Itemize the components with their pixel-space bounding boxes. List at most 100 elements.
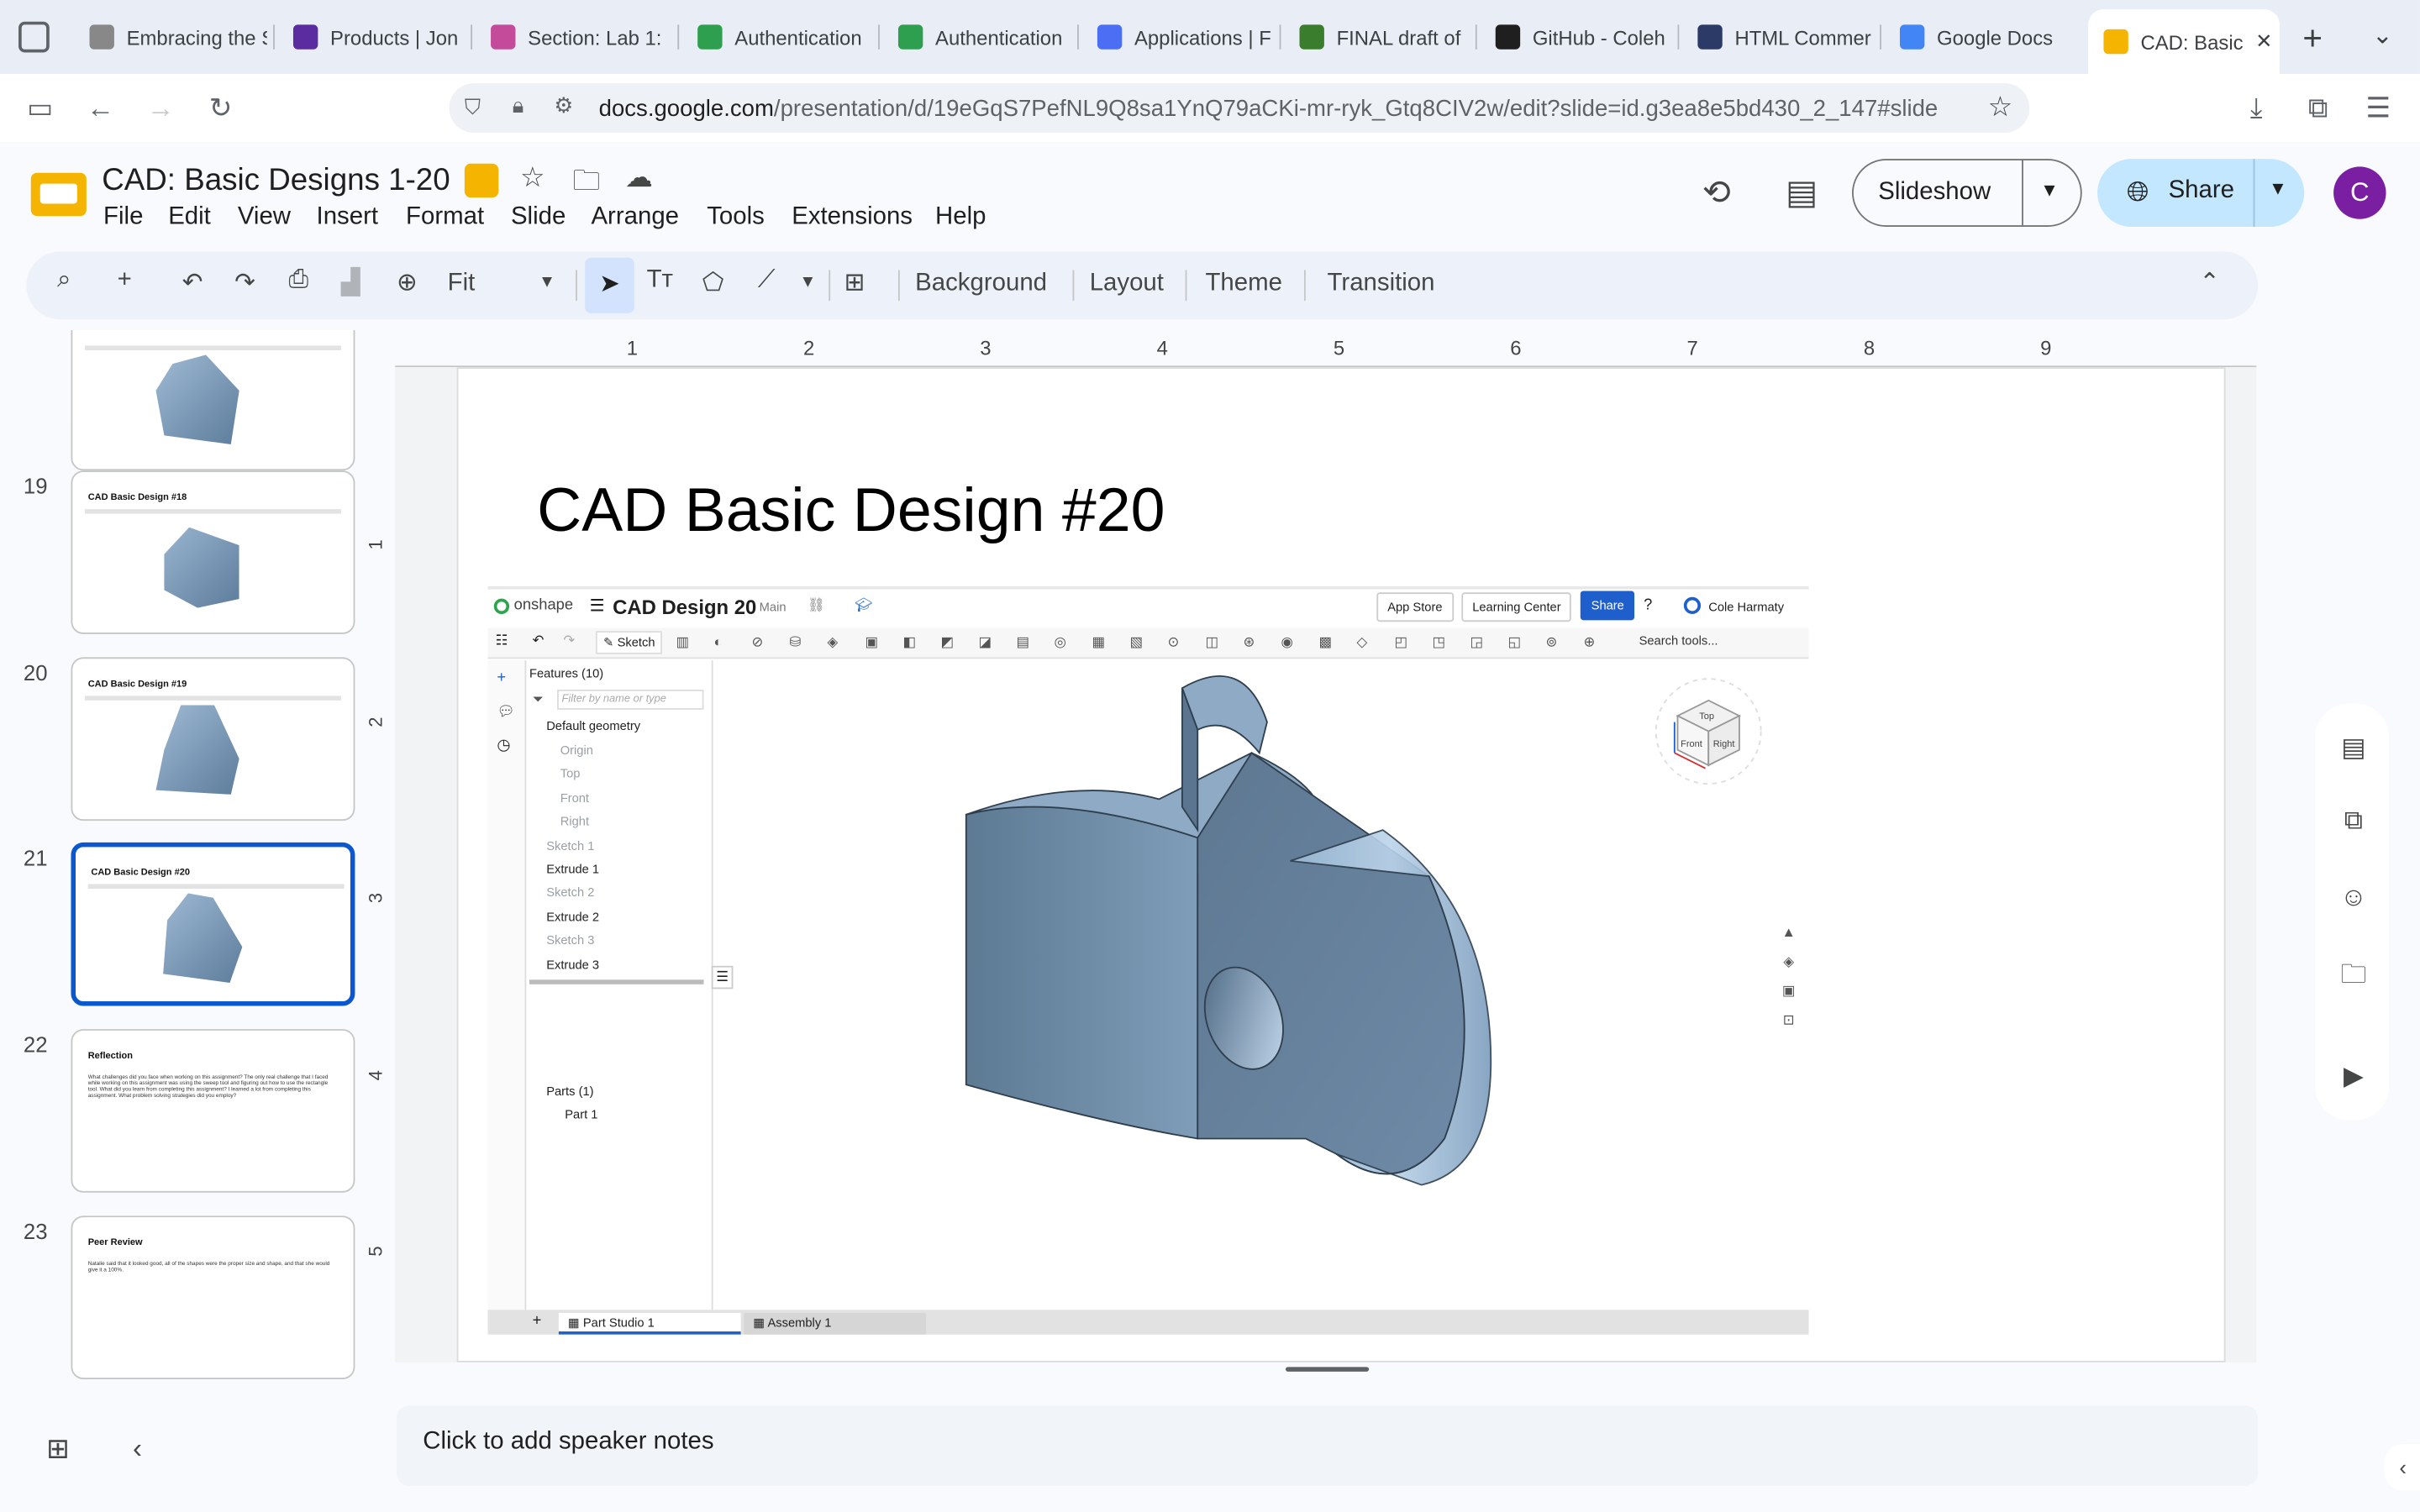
new-tab-button[interactable]: +: [2302, 18, 2323, 59]
transition-button[interactable]: Transition: [1328, 270, 1435, 297]
move-folder-icon[interactable]: 🗀︎: [572, 162, 600, 208]
menu-edit[interactable]: Edit: [168, 203, 211, 231]
undo-icon[interactable]: ↶: [182, 267, 203, 298]
theme-button[interactable]: Theme: [1205, 270, 1281, 297]
browser-tab[interactable]: Section: Lab 1:: [476, 9, 673, 65]
browser-tab[interactable]: Authentication: [883, 9, 1075, 65]
tab-label: Authentication: [734, 25, 862, 49]
browser-tab[interactable]: Authentication: [682, 9, 874, 65]
bookmark-star-icon[interactable]: ☆: [1988, 91, 2013, 123]
ruler-tick-label: 2: [803, 336, 815, 360]
slide-number: 22: [23, 1032, 48, 1058]
slide-thumbnail[interactable]: Reflection What challenges did you face w…: [71, 1029, 355, 1193]
avatar[interactable]: C: [2333, 166, 2386, 219]
forward-arrow-icon[interactable]: →: [142, 90, 179, 127]
menu-tools[interactable]: Tools: [707, 203, 765, 231]
contacts-icon[interactable]: ☺: [2338, 883, 2370, 914]
shape-icon[interactable]: ⬠: [702, 267, 724, 298]
onshape-feature-list-icon: ☷: [495, 633, 508, 648]
tab-search-icon[interactable]: [18, 21, 50, 53]
tab-list-chevron-icon[interactable]: ⌄: [2372, 20, 2393, 51]
onshape-screenshot-image[interactable]: onshape ☰ CAD Design 20 Main ⛓ 🎓︎ App St…: [487, 585, 1809, 1335]
menu-file[interactable]: File: [103, 203, 143, 231]
browser-tab[interactable]: Embracing the Ste: [74, 9, 267, 65]
star-icon[interactable]: ☆: [520, 162, 545, 195]
browser-tab[interactable]: GitHub - Coleh: [1480, 9, 1673, 65]
slide-thumbnail[interactable]: Peer Review Natalie said that it looked g…: [71, 1215, 355, 1380]
extensions-icon[interactable]: ⧉: [2300, 90, 2337, 127]
folder-icon[interactable]: 🗀︎: [2338, 955, 2370, 989]
part-studio-tab: ▦ Part Studio 1: [558, 1313, 741, 1335]
sidebar-toggle-icon[interactable]: ▭: [22, 90, 59, 127]
text-box-icon[interactable]: Tт: [647, 267, 673, 295]
cloud-saved-icon[interactable]: ☁︎: [625, 162, 653, 195]
menu-insert[interactable]: Insert: [317, 203, 378, 231]
collapse-toolbar-chevron-icon[interactable]: ⌃: [2199, 267, 2220, 298]
zoom-icon[interactable]: ⊕: [397, 267, 418, 298]
line-dropdown-icon[interactable]: ▼: [799, 273, 816, 291]
zoom-dropdown-icon[interactable]: ▼: [539, 273, 555, 291]
menu-help[interactable]: Help: [935, 203, 986, 231]
slideshow-button[interactable]: Slideshow ▼: [1852, 159, 2082, 227]
share-dropdown-icon[interactable]: ▼: [2269, 177, 2287, 199]
speaker-notes-icon[interactable]: ▤: [2338, 732, 2370, 764]
version-history-icon[interactable]: ⟲: [1702, 173, 1731, 213]
ruler-tick-label: 7: [1686, 336, 1698, 360]
line-icon[interactable]: ⟋: [758, 267, 776, 295]
new-slide-icon[interactable]: +: [118, 267, 132, 295]
slide-thumbnail[interactable]: CAD Basic Design #18: [71, 470, 355, 634]
tab-separator: [1279, 24, 1281, 50]
shield-icon[interactable]: ⛉: [465, 94, 481, 120]
current-slide[interactable]: CAD Basic Design #20 onshape ☰ CAD Desig…: [456, 367, 2226, 1362]
slide-thumbnail[interactable]: CAD Basic Design #19: [71, 657, 355, 822]
browser-tab[interactable]: CAD: Basic ✕: [2088, 9, 2280, 75]
search-menus-icon[interactable]: ⌕: [57, 267, 71, 295]
speaker-notes[interactable]: Click to add speaker notes: [397, 1405, 2259, 1486]
main-toolbar: ⌕ + ↶ ↷ ⎙ ▟ ⊕ Fit ▼ ➤ Tт ⬠ ⟋ ▼ ⊞ Backgro…: [26, 251, 2259, 320]
layout-button[interactable]: Layout: [1090, 270, 1164, 297]
grid-view-icon[interactable]: ⊞: [46, 1433, 70, 1466]
slide-thumbnail[interactable]: [71, 330, 355, 471]
reload-icon[interactable]: ↻: [203, 90, 239, 127]
slideshow-dropdown-icon[interactable]: ▼: [2040, 179, 2059, 201]
slide-thumbnail-title: Peer Review: [87, 1238, 143, 1248]
background-button[interactable]: Background: [915, 270, 1047, 297]
keep-icon[interactable]: ⧉: [2338, 806, 2370, 837]
slide-thumbnail[interactable]: CAD Basic Design #20: [71, 842, 355, 1006]
site-settings-icon[interactable]: ⚙︎: [554, 92, 573, 118]
tab-favicon-icon: [1097, 24, 1123, 50]
present-icon[interactable]: ▶: [2338, 1062, 2370, 1093]
slide-title[interactable]: CAD Basic Design #20: [537, 477, 1165, 547]
browser-tab[interactable]: Products | Jon: [278, 9, 466, 65]
share-button[interactable]: 🌐︎ Share ▼: [2097, 159, 2305, 227]
menu-slide[interactable]: Slide: [511, 203, 566, 231]
print-icon[interactable]: ⎙: [288, 267, 308, 295]
address-bar[interactable]: ⛉ 🔒︎ ⚙︎ docs.google.com/presentation/d/1…: [449, 83, 2030, 133]
drive-sync-icon[interactable]: [464, 163, 499, 198]
browser-tab[interactable]: FINAL draft of: [1284, 9, 1472, 65]
browser-tab[interactable]: Google Docs: [1885, 9, 2078, 65]
add-comment-icon[interactable]: ⊞: [844, 267, 865, 298]
document-title[interactable]: CAD: Basic Designs 1-20: [102, 164, 450, 199]
menu-format[interactable]: Format: [406, 203, 484, 231]
back-arrow-icon[interactable]: ←: [82, 90, 118, 127]
download-icon[interactable]: ⤓: [2238, 90, 2275, 127]
browser-tab[interactable]: HTML Commer: [1682, 9, 1876, 65]
browser-tab[interactable]: Applications | F: [1082, 9, 1276, 65]
menu-extensions[interactable]: Extensions: [792, 203, 913, 231]
zoom-select[interactable]: Fit: [448, 270, 476, 297]
paint-format-icon[interactable]: ▟: [341, 267, 360, 298]
notes-resize-handle[interactable]: [1285, 1367, 1370, 1372]
collapse-filmstrip-chevron-icon[interactable]: ‹: [133, 1433, 142, 1466]
lock-icon[interactable]: 🔒︎: [513, 92, 524, 118]
show-side-panel-chevron-icon[interactable]: ‹: [2384, 1444, 2420, 1491]
select-tool-icon[interactable]: ➤: [585, 257, 634, 313]
menu-arrange[interactable]: Arrange: [591, 203, 679, 231]
slides-logo-icon[interactable]: [30, 172, 87, 217]
comments-icon[interactable]: ▤: [1786, 173, 1818, 213]
browser-menu-icon[interactable]: ☰: [2360, 90, 2396, 127]
menu-view[interactable]: View: [238, 203, 291, 231]
url-text[interactable]: docs.google.com/presentation/d/19eGqS7Pe…: [599, 96, 1973, 122]
close-tab-icon[interactable]: ✕: [2255, 29, 2272, 54]
redo-icon[interactable]: ↷: [234, 267, 255, 298]
